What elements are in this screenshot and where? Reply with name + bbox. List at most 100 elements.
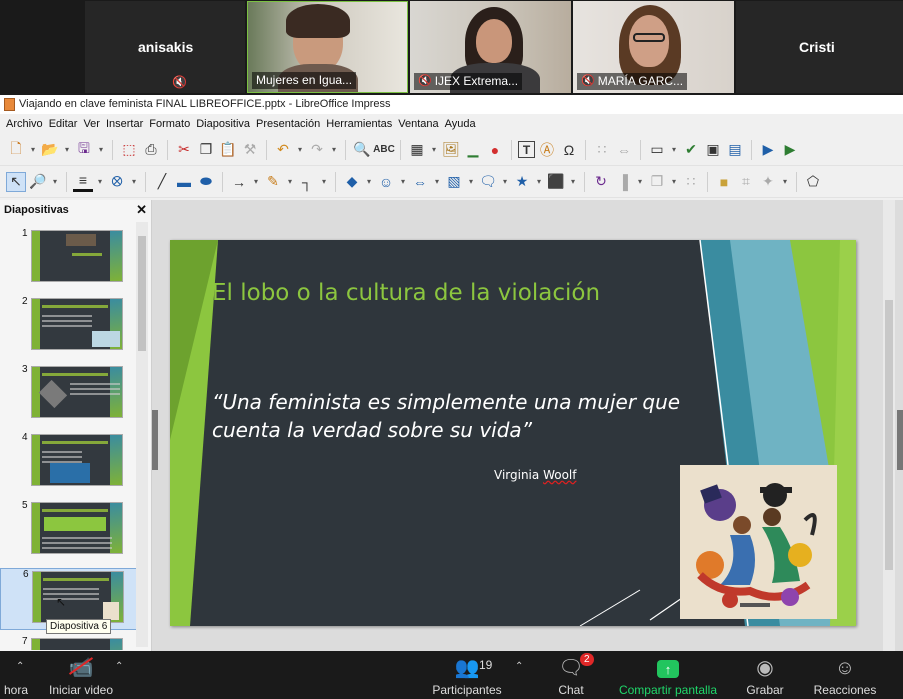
rectangle-icon[interactable]: ▬ xyxy=(174,172,194,192)
paste-icon[interactable]: 📋 xyxy=(218,140,238,160)
chevron-up-icon[interactable]: ⌃ xyxy=(515,661,523,672)
chevron-up-icon[interactable]: ⌃ xyxy=(16,661,24,672)
new-document-icon[interactable]: 🗋 xyxy=(6,140,26,160)
dropdown-icon[interactable]: ▾ xyxy=(432,172,442,192)
dropdown-icon[interactable]: ▾ xyxy=(251,172,261,192)
slide-quote[interactable]: “Una feminista es simplemente una mujer … xyxy=(212,388,682,444)
clone-format-icon[interactable]: ⚒ xyxy=(240,140,260,160)
start-presentation-icon[interactable]: ▶ xyxy=(758,140,778,160)
menu-archivo[interactable]: Archivo xyxy=(4,118,47,130)
dropdown-icon[interactable]: ▾ xyxy=(780,172,790,192)
textbox-icon[interactable]: T xyxy=(518,141,535,158)
align-icon[interactable]: ▐ xyxy=(613,172,633,192)
slides-panel-scrollbar[interactable] xyxy=(136,222,148,647)
dropdown-icon[interactable]: ▾ xyxy=(129,172,139,192)
dropdown-icon[interactable]: ▾ xyxy=(28,140,38,160)
print-icon[interactable]: ⎙ xyxy=(141,140,161,160)
image-icon[interactable]: 🖼 xyxy=(441,140,461,160)
grid-icon[interactable]: ∷ xyxy=(592,140,612,160)
flowchart-icon[interactable]: ▧ xyxy=(444,172,464,192)
participants-button[interactable]: 👥 19 Participantes xyxy=(428,651,506,699)
crop-icon[interactable]: ⌗ xyxy=(736,172,756,192)
menu-ventana[interactable]: Ventana xyxy=(396,118,442,130)
current-slide[interactable]: El lobo o la cultura de la violación “Un… xyxy=(170,240,856,626)
curve-icon[interactable]: ✎ xyxy=(263,172,283,192)
start-current-slide-icon[interactable]: ▶ xyxy=(780,140,800,160)
slide-title[interactable]: El lobo o la cultura de la violación xyxy=(212,280,600,306)
menu-ver[interactable]: Ver xyxy=(81,118,104,130)
participant-tile-ijex[interactable]: 🔇 IJEX Extrema... xyxy=(410,1,571,93)
dropdown-icon[interactable]: ▾ xyxy=(398,172,408,192)
dropdown-icon[interactable]: ▾ xyxy=(466,172,476,192)
fontwork-icon[interactable]: Ⓐ xyxy=(537,140,557,160)
arrange-icon[interactable]: ❐ xyxy=(647,172,667,192)
menu-presentacion[interactable]: Presentación xyxy=(254,118,324,130)
symbol-shapes-icon[interactable]: ☺ xyxy=(376,172,396,192)
line-icon[interactable]: ╱ xyxy=(152,172,172,192)
share-screen-button[interactable]: ↑ Compartir pantalla xyxy=(616,651,720,699)
participant-tile-cristi[interactable]: Cristi xyxy=(736,1,903,93)
menu-formato[interactable]: Formato xyxy=(147,118,194,130)
slide-thumbnail-7[interactable]: 7 xyxy=(0,636,140,650)
fill-color-icon[interactable]: ⭙ xyxy=(107,172,127,192)
participant-tile-maria[interactable]: 🔇 MARÍA GARC... xyxy=(573,1,734,93)
dropdown-icon[interactable]: ▾ xyxy=(96,140,106,160)
dropdown-icon[interactable]: ▾ xyxy=(500,172,510,192)
copy-icon[interactable]: ❐ xyxy=(196,140,216,160)
helplines-icon[interactable]: ⇔ xyxy=(614,140,634,160)
dropdown-icon[interactable]: ▾ xyxy=(534,172,544,192)
dropdown-icon[interactable]: ▾ xyxy=(319,172,329,192)
undo-icon[interactable]: ↶ xyxy=(273,140,293,160)
dropdown-icon[interactable]: ▾ xyxy=(285,172,295,192)
chat-button[interactable]: 🗨 2 Chat xyxy=(550,651,594,699)
new-slide-icon[interactable]: ▤ xyxy=(725,140,745,160)
find-replace-icon[interactable]: 🔍 xyxy=(352,140,372,160)
block-arrows-icon[interactable]: ⇔ xyxy=(410,172,430,192)
slide-thumbnail-1[interactable]: 1 xyxy=(0,228,140,290)
special-character-icon[interactable]: Ω xyxy=(559,140,579,160)
illustration-image[interactable] xyxy=(680,465,837,619)
menu-insertar[interactable]: Insertar xyxy=(104,118,147,130)
rotate-icon[interactable]: ↻ xyxy=(591,172,611,192)
callouts-icon[interactable]: 🗨 xyxy=(478,172,498,192)
open-folder-icon[interactable]: 📂 xyxy=(40,140,60,160)
slide-thumbnail-5[interactable]: 5 xyxy=(0,500,140,562)
distribute-icon[interactable]: ∷ xyxy=(681,172,701,192)
stars-icon[interactable]: ★ xyxy=(512,172,532,192)
slide-layout-icon[interactable]: ▣ xyxy=(703,140,723,160)
table-icon[interactable]: ▦ xyxy=(407,140,427,160)
close-icon[interactable]: ✕ xyxy=(136,202,147,218)
points-icon[interactable]: ⬠ xyxy=(803,172,823,192)
master-slide-icon[interactable]: ✔ xyxy=(681,140,701,160)
filter-icon[interactable]: ✦ xyxy=(758,172,778,192)
basic-shapes-icon[interactable]: ◆ xyxy=(342,172,362,192)
arrow-line-icon[interactable]: → xyxy=(229,172,249,192)
reactions-button[interactable]: ☺ Reacciones xyxy=(812,651,878,699)
dropdown-icon[interactable]: ▾ xyxy=(95,172,105,192)
menu-diapositiva[interactable]: Diapositiva xyxy=(194,118,254,130)
redo-icon[interactable]: ↷ xyxy=(307,140,327,160)
collapse-sidebar-handle[interactable] xyxy=(897,410,903,470)
menu-editar[interactable]: Editar xyxy=(47,118,82,130)
zoom-pan-icon[interactable]: 🔎 xyxy=(28,172,48,192)
slide-thumbnail-3[interactable]: 3 xyxy=(0,364,140,426)
cut-icon[interactable]: ✂ xyxy=(174,140,194,160)
dropdown-icon[interactable]: ▾ xyxy=(50,172,60,192)
line-color-icon[interactable]: ≡ xyxy=(73,172,93,192)
scrollbar-thumb[interactable] xyxy=(138,236,146,351)
scrollbar-thumb[interactable] xyxy=(885,300,893,570)
3d-objects-icon[interactable]: ⬛ xyxy=(546,172,566,192)
dropdown-icon[interactable]: ▾ xyxy=(635,172,645,192)
shadow-icon[interactable]: ■ xyxy=(714,172,734,192)
media-icon[interactable]: ● xyxy=(485,140,505,160)
dropdown-icon[interactable]: ▾ xyxy=(329,140,339,160)
participant-tile-mujeres[interactable]: Mujeres en Igua... xyxy=(247,1,408,93)
start-video-button[interactable]: 📹 Iniciar video xyxy=(46,651,116,699)
dropdown-icon[interactable]: ▾ xyxy=(62,140,72,160)
menu-ayuda[interactable]: Ayuda xyxy=(443,118,480,130)
participant-tile-anisakis[interactable]: anisakis 🔇 xyxy=(85,1,245,93)
slide-thumbnail-4[interactable]: 4 xyxy=(0,432,140,494)
slide-thumbnail-2[interactable]: 2 xyxy=(0,296,140,358)
dropdown-icon[interactable]: ▾ xyxy=(669,140,679,160)
dropdown-icon[interactable]: ▾ xyxy=(295,140,305,160)
